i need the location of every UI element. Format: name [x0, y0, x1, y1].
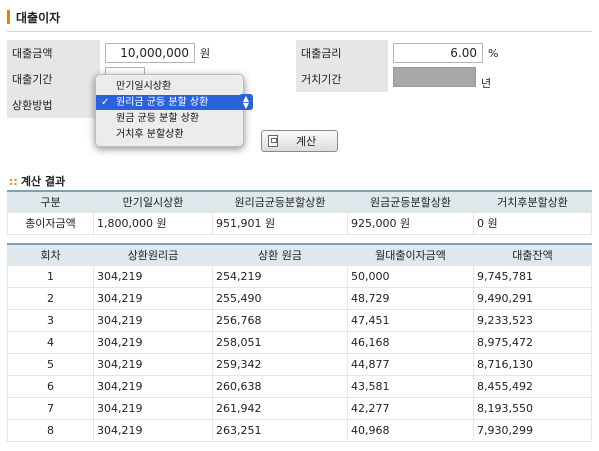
result-section-title: :: 계산 결과	[9, 175, 66, 188]
method-label: 상환방법	[7, 92, 100, 118]
schedule-cell: 2	[7, 287, 94, 310]
schedule-cell: 258,051	[212, 331, 348, 354]
page-title: 대출이자	[16, 11, 61, 25]
schedule-cell: 304,219	[93, 353, 213, 376]
schedule-cell: 40,968	[347, 419, 474, 442]
table-row: 1 304,219 254,219 50,000 9,745,781	[7, 265, 592, 288]
rate-unit: %	[488, 47, 499, 60]
schedule-cell: 44,877	[347, 353, 474, 376]
schedule-cell: 9,233,523	[473, 309, 592, 332]
table-row: 3 304,219 256,768 47,451 9,233,523	[7, 309, 592, 332]
schedule-cell: 42,277	[347, 397, 474, 420]
amount-unit: 원	[200, 47, 211, 60]
amount-input[interactable]: 10,000,000	[105, 43, 195, 63]
rate-input[interactable]: 6.00	[393, 43, 483, 63]
table-row: 6 304,219 260,638 43,581 8,455,492	[7, 375, 592, 398]
schedule-cell: 47,451	[347, 309, 474, 332]
result-header: 거치후분할상환	[473, 190, 592, 213]
schedule-cell: 9,490,291	[473, 287, 592, 310]
updown-arrow-icon[interactable]: ▲ ▼	[239, 94, 253, 110]
schedule-cell: 255,490	[212, 287, 348, 310]
schedule-cell: 50,000	[347, 265, 474, 288]
schedule-cell: 304,219	[93, 265, 213, 288]
schedule-cell: 8,193,550	[473, 397, 592, 420]
schedule-cell: 304,219	[93, 309, 213, 332]
schedule-cell: 43,581	[347, 375, 474, 398]
grace-unit: 년	[481, 77, 492, 90]
result-header: 원리금균등분할상환	[212, 190, 348, 213]
calculate-button-label: 계산	[296, 135, 317, 148]
schedule-cell: 5	[7, 353, 94, 376]
schedule-header: 상환원리금	[93, 243, 213, 266]
schedule-cell: 304,219	[93, 331, 213, 354]
schedule-cell: 304,219	[93, 375, 213, 398]
bullet-icon: ::	[9, 175, 18, 188]
method-option[interactable]: 거치후 분할상환	[96, 127, 243, 142]
schedule-cell: 8	[7, 419, 94, 442]
result-table: 구분 만기일시상환 원리금균등분할상환 원금균등분할상환 거치후분할상환 총이자…	[7, 190, 592, 235]
schedule-cell: 7,930,299	[473, 419, 592, 442]
schedule-cell: 3	[7, 309, 94, 332]
schedule-cell: 48,729	[347, 287, 474, 310]
rate-label: 대출금리	[296, 40, 388, 66]
result-header: 만기일시상환	[93, 190, 213, 213]
schedule-header: 월대출이자금액	[347, 243, 474, 266]
table-row: 2 304,219 255,490 48,729 9,490,291	[7, 287, 592, 310]
checkmark-icon: ✓	[101, 97, 110, 108]
schedule-cell: 6	[7, 375, 94, 398]
schedule-cell: 304,219	[93, 287, 213, 310]
table-row: 5 304,219 259,342 44,877 8,716,130	[7, 353, 592, 376]
period-label: 대출기간	[7, 66, 100, 92]
schedule-cell: 8,975,472	[473, 331, 592, 354]
title-accent-bar	[7, 10, 10, 24]
result-cell: 951,901 원	[212, 212, 348, 235]
result-header: 원금균등분할상환	[347, 190, 474, 213]
amount-label: 대출금액	[7, 40, 100, 66]
schedule-cell: 254,219	[212, 265, 348, 288]
schedule-cell: 9,745,781	[473, 265, 592, 288]
schedule-cell: 304,219	[93, 397, 213, 420]
schedule-cell: 8,716,130	[473, 353, 592, 376]
table-row: 총이자금액 1,800,000 원 951,901 원 925,000 원 0 …	[7, 212, 592, 235]
schedule-cell: 46,168	[347, 331, 474, 354]
calculator-icon	[268, 135, 278, 147]
method-option-selected[interactable]: ✓ 원리금 균등 분할 상환	[96, 95, 243, 110]
calculate-button[interactable]: 계산	[261, 130, 338, 152]
schedule-cell: 4	[7, 331, 94, 354]
schedule-header: 회차	[7, 243, 94, 266]
method-option[interactable]: 원금 균등 분할 상환	[96, 111, 243, 126]
schedule-cell: 8,455,492	[473, 375, 592, 398]
schedule-cell: 256,768	[212, 309, 348, 332]
grace-label: 거치기간	[296, 66, 388, 92]
schedule-cell: 1	[7, 265, 94, 288]
table-row: 7 304,219 261,942 42,277 8,193,550	[7, 397, 592, 420]
table-row: 4 304,219 258,051 46,168 8,975,472	[7, 331, 592, 354]
method-option[interactable]: 만기일시상환	[96, 79, 243, 94]
schedule-cell: 259,342	[212, 353, 348, 376]
schedule-cell: 263,251	[212, 419, 348, 442]
schedule-header: 상환 원금	[212, 243, 348, 266]
schedule-cell: 260,638	[212, 375, 348, 398]
schedule-cell: 7	[7, 397, 94, 420]
result-cell: 1,800,000 원	[93, 212, 213, 235]
page-header: 대출이자	[7, 8, 592, 32]
method-dropdown-menu[interactable]: 만기일시상환 ✓ 원리금 균등 분할 상환 원금 균등 분할 상환 거치후 분할상…	[95, 74, 244, 147]
schedule-header: 대출잔액	[473, 243, 592, 266]
schedule-table: 회차 상환원리금 상환 원금 월대출이자금액 대출잔액 1 304,219 254,…	[7, 243, 592, 442]
schedule-cell: 304,219	[93, 419, 213, 442]
result-cell: 925,000 원	[347, 212, 474, 235]
schedule-cell: 261,942	[212, 397, 348, 420]
grace-input[interactable]	[393, 67, 476, 87]
result-cell: 0 원	[473, 212, 592, 235]
table-row: 8 304,219 263,251 40,968 7,930,299	[7, 419, 592, 442]
method-option-label: 원리금 균등 분할 상환	[116, 97, 209, 108]
result-row-label: 총이자금액	[7, 212, 94, 235]
result-header: 구분	[7, 190, 94, 213]
